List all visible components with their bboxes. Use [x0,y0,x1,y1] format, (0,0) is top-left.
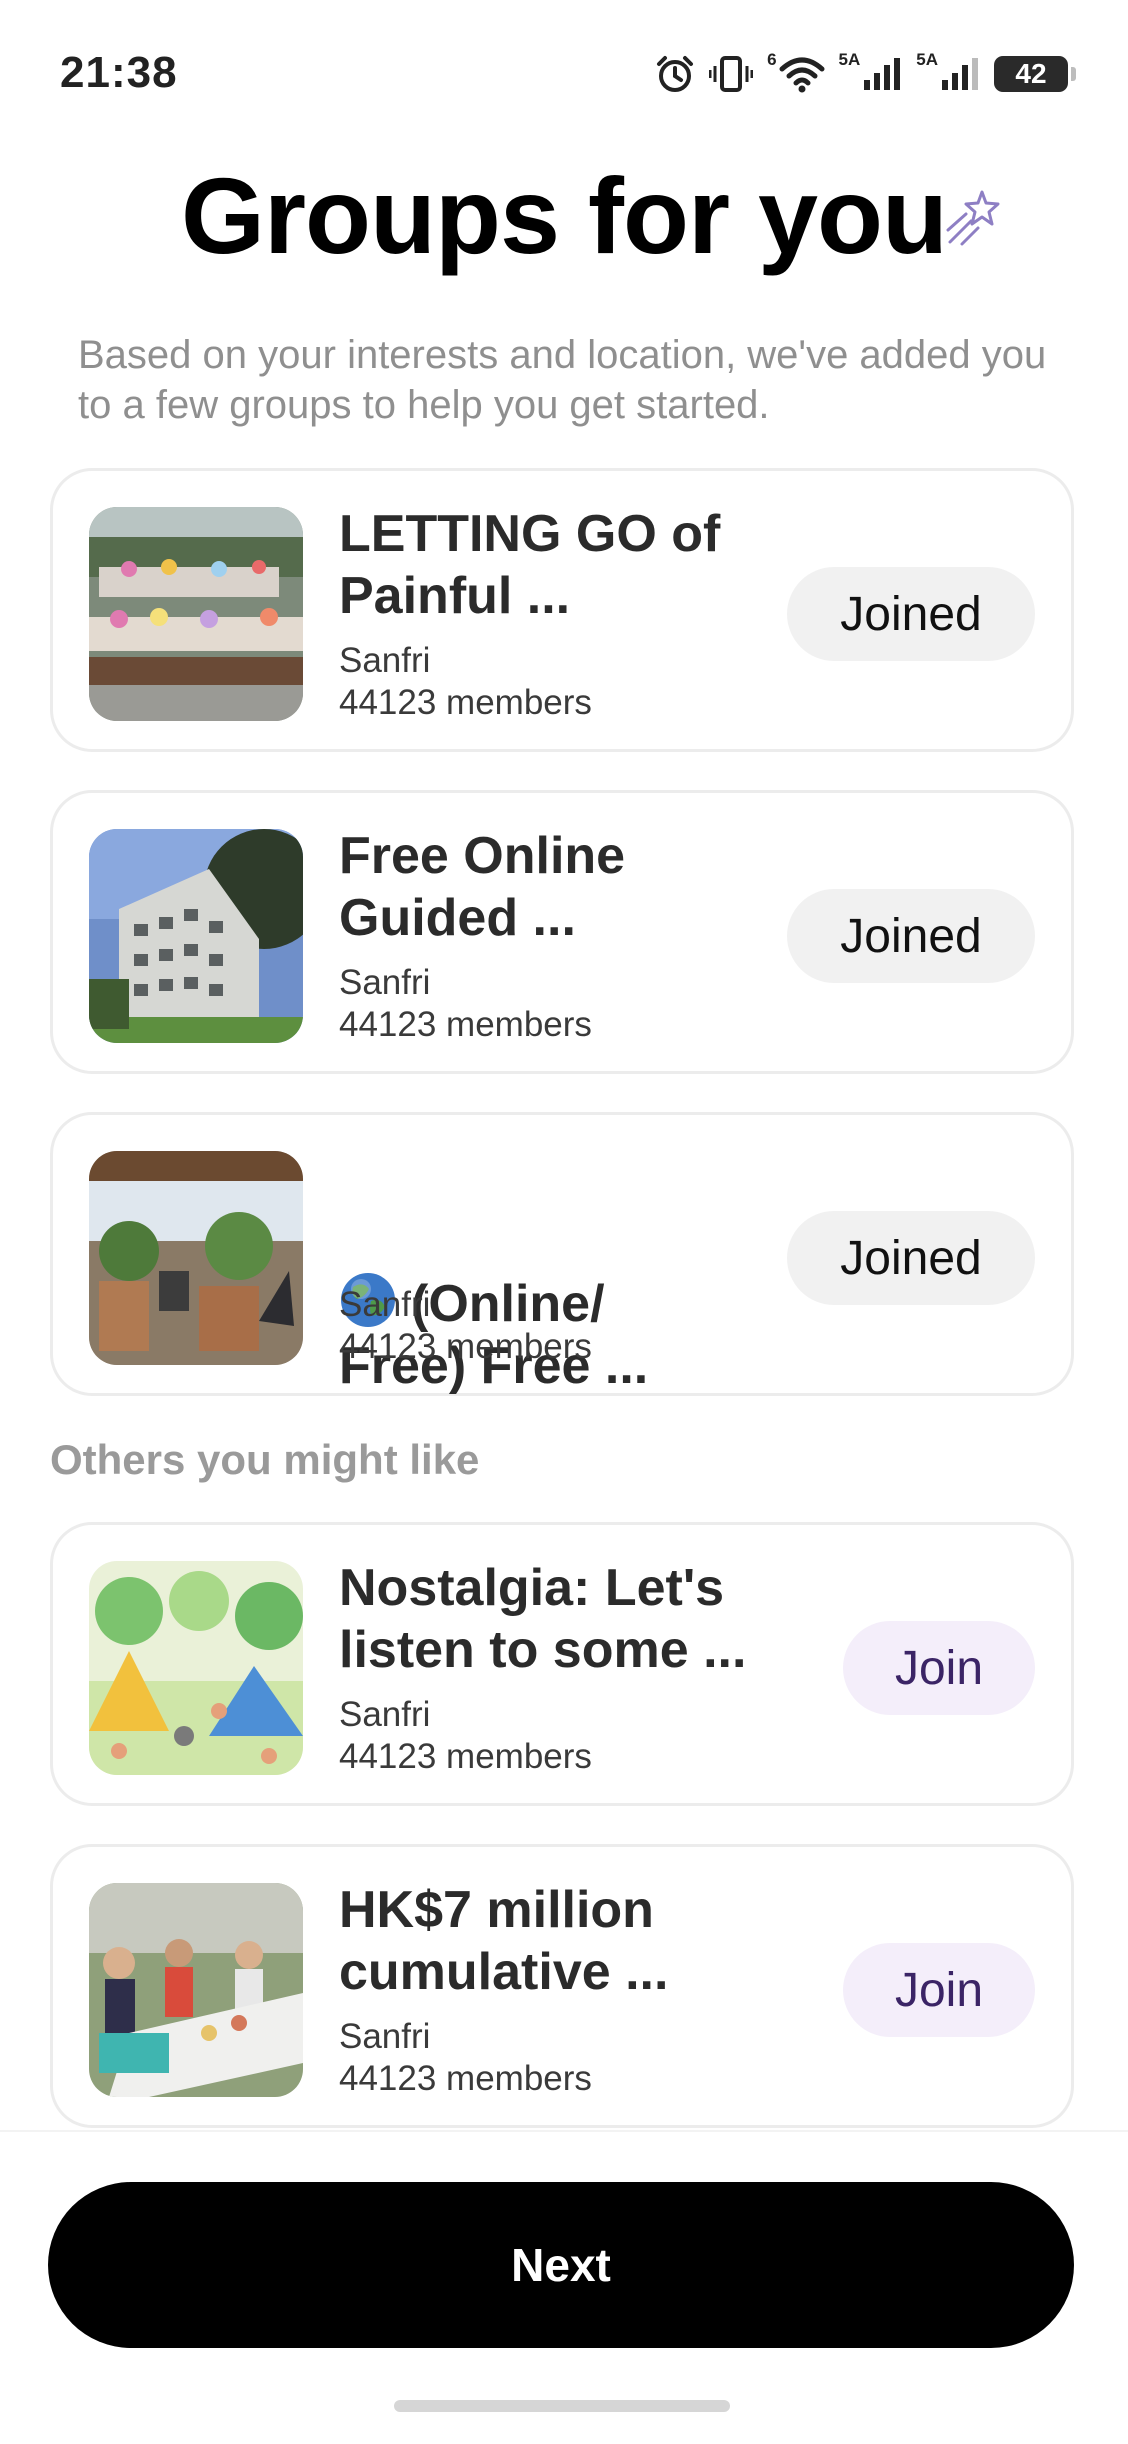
next-button[interactable]: Next [48,2182,1074,2348]
signal-icon [940,56,980,92]
status-icons: 6 5A 5A 42 [655,50,1076,98]
group-member-count: 44123 members [339,1327,592,1366]
group-card[interactable]: Nostalgia: Let's listen to some ... Sanf… [50,1522,1074,1806]
group-card[interactable]: Free Online Guided ... Sanfri 44123 memb… [50,790,1074,1074]
shooting-star-icon [944,186,1006,253]
group-thumbnail-street-party [89,1883,303,2097]
signal-icon [862,56,902,92]
alarm-icon [655,54,695,94]
battery-level: 42 [1015,58,1047,89]
battery-icon: 42 [994,56,1076,92]
group-name: Nostalgia: Let's listen to some ... [339,1559,747,1679]
group-member-count: 44123 members [339,2059,592,2098]
group-name: HK$7 million cumulative ... [339,1881,669,2001]
group-location: Sanfri [339,641,431,680]
group-card[interactable]: HK$7 million cumulative ... Sanfri 44123… [50,1844,1074,2128]
group-card[interactable]: (Online/ Free) Free ... Sanfri 44123 mem… [50,1112,1074,1396]
group-location: Sanfri [339,1285,431,1324]
joined-button[interactable]: Joined [787,567,1035,661]
group-member-count: 44123 members [339,1737,592,1776]
groups-for-you-screen: 21:38 6 5A 5A 42 Groups for you Based on… [0,0,1128,2444]
wifi-icon [779,55,825,93]
globe-icon [339,1209,397,1327]
joined-button[interactable]: Joined [787,889,1035,983]
group-name: Free Online Guided ... [339,827,626,947]
joined-button[interactable]: Joined [787,1211,1035,1305]
group-location: Sanfri [339,1695,431,1734]
group-location: Sanfri [339,963,431,1002]
section-heading-others: Others you might like [50,1436,480,1483]
page-subtitle: Based on your interests and location, we… [78,333,1047,427]
group-thumbnail-cafe [89,1151,303,1365]
status-bar: 21:38 6 5A 5A 42 [0,0,1128,150]
join-button[interactable]: Join [843,1943,1035,2037]
group-thumbnail-building [89,829,303,1043]
page-title: Groups for you [181,154,948,276]
status-time: 21:38 [60,48,178,97]
home-indicator[interactable] [394,2400,730,2412]
cellular-label-2: 5A [916,50,938,69]
bottom-action-bar: Next [0,2130,1128,2444]
group-card[interactable]: LETTING GO of Painful ... Sanfri 44123 m… [50,468,1074,752]
wifi-network-label: 6 [767,50,777,69]
group-location: Sanfri [339,2017,431,2056]
vibrate-icon [709,54,754,94]
cellular-label-1: 5A [838,50,861,69]
group-member-count: 44123 members [339,1005,592,1044]
group-member-count: 44123 members [339,683,592,722]
join-button[interactable]: Join [843,1621,1035,1715]
group-name: LETTING GO of Painful ... [339,505,721,625]
group-thumbnail-garden [89,507,303,721]
group-thumbnail-camping [89,1561,303,1775]
